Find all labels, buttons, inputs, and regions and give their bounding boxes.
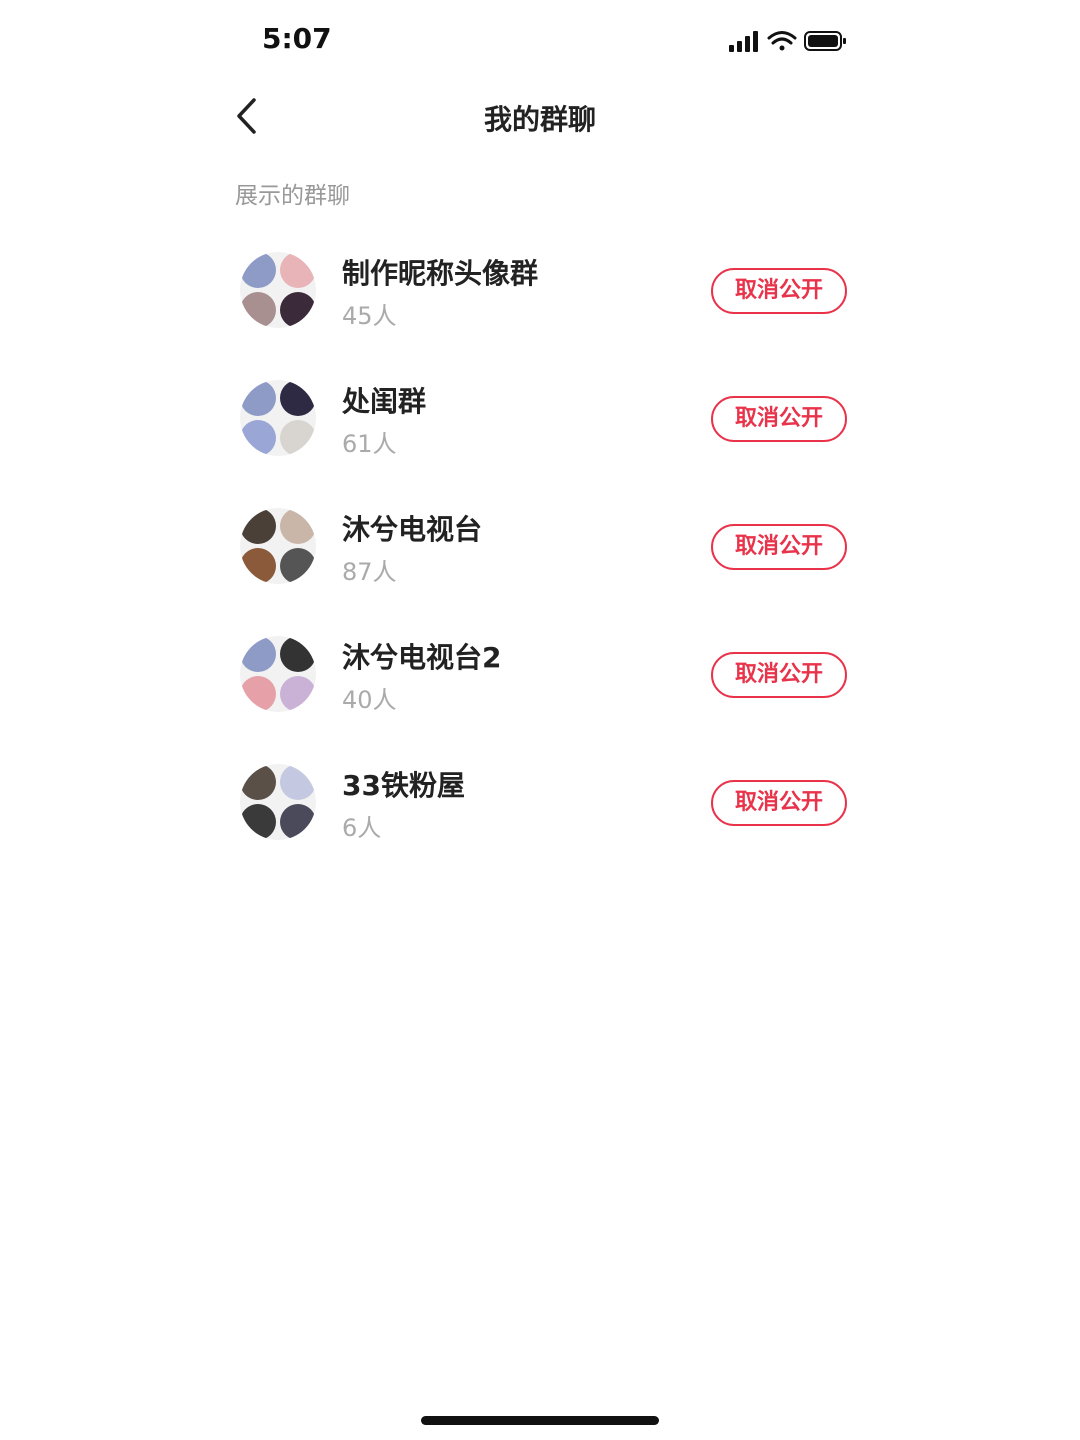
member-avatar	[240, 420, 276, 456]
group-member-count: 6人	[342, 814, 382, 842]
member-avatar	[240, 508, 276, 544]
group-name: 沐兮电视台	[342, 513, 483, 546]
member-avatar	[240, 676, 276, 712]
group-name: 33铁粉屋	[342, 769, 465, 802]
member-avatar	[240, 380, 276, 416]
member-avatar	[280, 636, 316, 672]
group-avatar	[240, 508, 316, 584]
list-item[interactable]: 33铁粉屋 6人 取消公开	[0, 754, 1080, 854]
cancel-public-button[interactable]: 取消公开	[711, 780, 847, 826]
member-avatar	[280, 292, 316, 328]
group-member-count: 61人	[342, 430, 397, 458]
status-time: 5:07	[262, 22, 332, 55]
member-avatar	[240, 252, 276, 288]
group-member-count: 87人	[342, 558, 397, 586]
screen: 5:07 我的群聊 展示的群聊 制作昵称头像群 45人 取消公开 处闺群 61人…	[0, 0, 1080, 1440]
member-avatar	[240, 804, 276, 840]
cancel-public-button[interactable]: 取消公开	[711, 268, 847, 314]
cancel-public-button[interactable]: 取消公开	[711, 396, 847, 442]
member-avatar	[240, 764, 276, 800]
group-name: 处闺群	[342, 385, 427, 418]
group-avatar	[240, 380, 316, 456]
group-name: 制作昵称头像群	[342, 257, 539, 290]
group-member-count: 45人	[342, 302, 397, 330]
status-icons	[729, 31, 846, 52]
member-avatar	[280, 420, 316, 456]
member-avatar	[280, 508, 316, 544]
group-avatar	[240, 252, 316, 328]
home-indicator[interactable]	[421, 1416, 659, 1425]
group-name: 沐兮电视台2	[342, 641, 502, 674]
group-member-count: 40人	[342, 686, 397, 714]
member-avatar	[280, 380, 316, 416]
signal-icon	[729, 31, 758, 52]
member-avatar	[280, 252, 316, 288]
member-avatar	[240, 636, 276, 672]
cancel-public-button[interactable]: 取消公开	[711, 652, 847, 698]
wifi-icon	[767, 31, 797, 51]
battery-icon	[804, 31, 846, 51]
list-item[interactable]: 处闺群 61人 取消公开	[0, 370, 1080, 470]
list-item[interactable]: 制作昵称头像群 45人 取消公开	[0, 242, 1080, 342]
member-avatar	[280, 548, 316, 584]
member-avatar	[240, 292, 276, 328]
list-item[interactable]: 沐兮电视台 87人 取消公开	[0, 498, 1080, 598]
group-avatar	[240, 764, 316, 840]
list-item[interactable]: 沐兮电视台2 40人 取消公开	[0, 626, 1080, 726]
member-avatar	[240, 548, 276, 584]
section-title: 展示的群聊	[235, 183, 350, 209]
member-avatar	[280, 764, 316, 800]
member-avatar	[280, 804, 316, 840]
group-avatar	[240, 636, 316, 712]
page-title: 我的群聊	[483, 103, 596, 136]
member-avatar	[280, 676, 316, 712]
cancel-public-button[interactable]: 取消公开	[711, 524, 847, 570]
